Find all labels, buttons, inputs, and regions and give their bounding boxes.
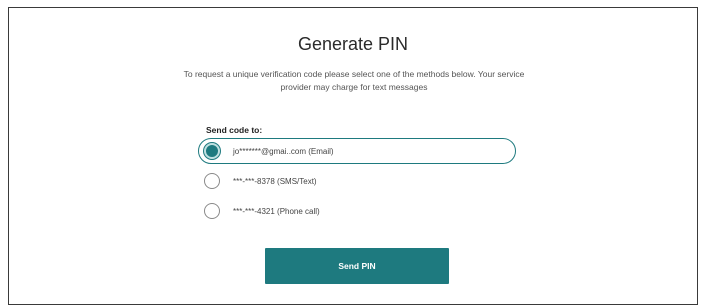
- radio-button-email[interactable]: [204, 143, 220, 159]
- page-description: To request a unique verification code pl…: [183, 69, 525, 92]
- send-to-label: Send code to:: [206, 125, 263, 135]
- radio-button-phone[interactable]: [204, 203, 220, 219]
- method-label-email: jo*******@gmai..com (Email): [233, 146, 334, 156]
- send-pin-button[interactable]: Send PIN: [265, 248, 449, 284]
- method-label-phone: ***-***-4321 (Phone call): [233, 206, 320, 216]
- radio-button-sms[interactable]: [204, 173, 220, 189]
- method-label-sms: ***-***-8378 (SMS/Text): [233, 176, 317, 186]
- method-option-phone[interactable]: ***-***-4321 (Phone call): [198, 198, 516, 224]
- method-option-email[interactable]: jo*******@gmai..com (Email): [198, 138, 516, 164]
- method-option-sms[interactable]: ***-***-8378 (SMS/Text): [198, 168, 516, 194]
- page-title: Generate PIN: [297, 34, 409, 54]
